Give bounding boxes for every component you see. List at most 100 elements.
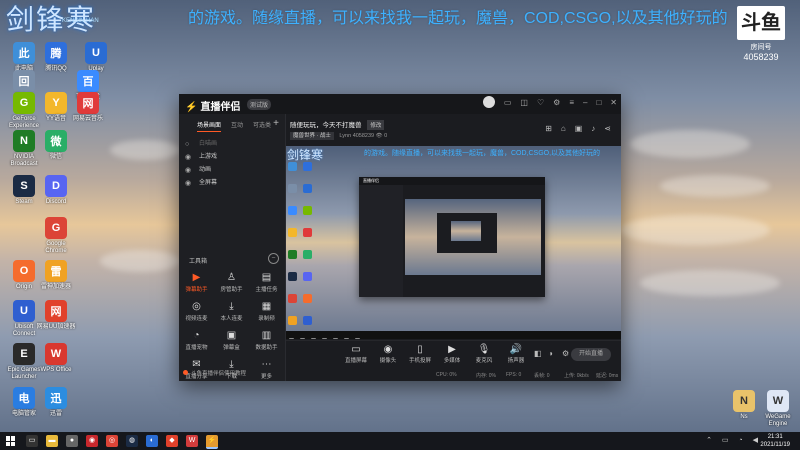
obs-icon[interactable]: ● xyxy=(66,435,78,447)
tool-item[interactable]: ◔ 直播宠物 xyxy=(179,330,214,351)
record-toggle-icon[interactable]: ◧ xyxy=(534,349,542,358)
gift-box-icon[interactable]: ⊞ xyxy=(545,124,552,133)
source-button[interactable]: 🎙 麦克风 xyxy=(468,344,500,364)
more-icon: ⋯ xyxy=(261,359,272,370)
tool-label: 视频连麦 xyxy=(185,316,208,322)
layer-item[interactable]: ◉ 全屏幕 xyxy=(179,177,285,190)
desktop-icon[interactable]: 微微信 xyxy=(36,130,76,161)
douyu-logo-icon: 斗鱼 xyxy=(737,6,785,40)
tools-more-icon[interactable]: – xyxy=(268,253,279,264)
tool-item[interactable]: ⤓ 本人连麦 xyxy=(214,301,249,322)
room-category[interactable]: 魔兽世界 · 战士 xyxy=(290,132,334,140)
source-button[interactable]: ▯ 手机投屏 xyxy=(404,344,436,364)
desktop-icon[interactable]: 网网易云音乐 xyxy=(68,92,108,123)
bar-settings-icon[interactable]: ⚙ xyxy=(562,349,569,358)
source-button[interactable]: ▶ 多媒体 xyxy=(436,344,468,364)
tool-item[interactable]: ◎ 视频连麦 xyxy=(179,301,214,322)
windows-start-icon[interactable] xyxy=(6,436,16,446)
tool-item[interactable]: ▥ 数据助手 xyxy=(249,330,284,351)
live-companion-window[interactable]: ⚡ 直播伴侣 测试版 ▭ ◫ ♡ ⚙ ≡ – □ ✕ 场景画面 互动 可选类 + … xyxy=(179,94,621,381)
effects-icon[interactable]: ◑ xyxy=(548,349,553,358)
thunder-accelerator-icon: 雷 xyxy=(45,260,67,282)
source-button[interactable]: ▭ 直播屏幕 xyxy=(340,344,372,364)
desktop-icon[interactable]: W WPS Office xyxy=(36,343,76,374)
status-item: FPS: 0 xyxy=(506,372,522,378)
start-live-button[interactable]: 开始直播 xyxy=(571,348,611,361)
add-scene-icon[interactable]: + xyxy=(273,118,279,129)
eye-off-icon[interactable]: ○ xyxy=(185,138,193,151)
taskbar-apps: ▭ ▬ ● ◉ ◎ ◍ ◐ ◆ W ⚡ xyxy=(26,435,218,449)
tool-item[interactable]: ▤ 主播任务 xyxy=(249,272,284,293)
tutorial-link[interactable]: 斗鱼直播伴侣使用教程 xyxy=(183,369,246,377)
stream-preview[interactable]: 剑锋寒 的游戏。随缘直播，可以来找我一起玩，魔兽，COD,CSGO,以及其他好玩… xyxy=(286,146,621,339)
layer-name: 全屏幕 xyxy=(199,180,218,186)
preview-desktop-icon xyxy=(303,162,312,171)
desktop-icon[interactable]: 网网易UU加速器 xyxy=(36,300,76,331)
close-icon[interactable]: ✕ xyxy=(610,98,617,108)
image-icon[interactable]: ▣ xyxy=(575,124,583,133)
preview-desktop-icon xyxy=(288,316,297,325)
status-item: 内存: 0% xyxy=(476,373,497,379)
tab-optional[interactable]: 可选类 xyxy=(253,120,271,132)
room-host: Lynn xyxy=(339,133,352,139)
eye-icon[interactable]: ◉ xyxy=(185,164,193,177)
edit-title-button[interactable]: 修改 xyxy=(367,120,385,130)
tool-label: 直播宠物 xyxy=(185,345,208,351)
window-titlebar[interactable]: ⚡ 直播伴侣 测试版 ▭ ◫ ♡ ⚙ ≡ – □ ✕ xyxy=(179,94,621,114)
eye-icon[interactable]: ◉ xyxy=(185,177,193,190)
source-button[interactable]: ◉ 摄像头 xyxy=(372,344,404,364)
live-companion-taskbar-icon[interactable]: ⚡ xyxy=(206,435,218,449)
menu-icon[interactable]: ≡ xyxy=(569,98,574,108)
clock[interactable]: 21:31 2021/11/19 xyxy=(760,433,790,449)
maximize-icon[interactable]: □ xyxy=(596,98,601,108)
chrome-icon: G xyxy=(45,217,67,239)
tool-item[interactable]: ▶ 弹幕助手 xyxy=(179,272,214,293)
steam-taskbar-icon[interactable]: ◍ xyxy=(126,435,138,447)
minimize-icon[interactable]: – xyxy=(583,98,587,108)
share-icon[interactable]: ⋖ xyxy=(604,124,611,133)
preview-banner: 剑锋寒 的游戏。随缘直播，可以来找我一起玩，魔兽，COD,CSGO,以及其他好玩… xyxy=(286,146,621,162)
qq-taskbar-icon[interactable]: ◐ xyxy=(146,435,158,447)
eye-icon[interactable]: ◉ xyxy=(185,151,193,164)
shirt-icon[interactable]: ♡ xyxy=(537,98,544,108)
status-bar: CPU: 0% 内存: 0% FPS: 0 丢帧: 0 上传: 0kb/s 延迟: 0ms xyxy=(286,369,621,381)
preview-desktop-icon xyxy=(288,184,297,193)
windows-taskbar: ▭ ▬ ● ◉ ◎ ◍ ◐ ◆ W ⚡ ⌃ ▭ ◔ ◀ 21:31 2021/1… xyxy=(0,432,800,450)
tool-item[interactable]: ▣ 弹幕盒 xyxy=(214,330,249,351)
tool-item[interactable]: ⋯ 更多 xyxy=(249,359,284,380)
desktop-icon[interactable]: 雷雷神加速器 xyxy=(36,260,76,291)
preview-desktop-icon xyxy=(288,228,297,237)
admin-icon: ♙ xyxy=(227,272,236,283)
system-tray[interactable]: ⌃ ▭ ◔ ◀ xyxy=(706,436,762,444)
tab-scenes[interactable]: 场景画面 xyxy=(197,120,222,132)
chrome-taskbar-icon[interactable]: ◎ xyxy=(106,435,118,447)
uu-taskbar-icon[interactable]: ◆ xyxy=(166,435,178,447)
layer-item[interactable]: ◉ 上游戏 xyxy=(179,151,285,164)
lock-icon[interactable]: ⌂ xyxy=(561,124,566,133)
tool-item[interactable]: ♙ 房管助手 xyxy=(214,272,249,293)
avatar[interactable] xyxy=(482,96,495,108)
netease-icon[interactable]: ◉ xyxy=(86,435,98,447)
cloud xyxy=(640,270,780,296)
desktop-icon[interactable]: D Discord xyxy=(36,175,76,206)
tab-interact[interactable]: 互动 xyxy=(231,120,243,132)
desktop-icon[interactable]: 腾腾讯QQ xyxy=(36,42,76,73)
source-label: 麦克风 xyxy=(475,358,493,364)
preview-window-title: 直播伴侣 xyxy=(359,177,545,185)
desktop-icon[interactable]: W WeGame Engine xyxy=(758,390,798,428)
bell-icon[interactable]: ♪ xyxy=(591,124,595,133)
gift-icon[interactable]: ◫ xyxy=(520,98,528,108)
settings-icon[interactable]: ⚙ xyxy=(553,98,560,108)
file-explorer-icon[interactable]: ▬ xyxy=(46,435,58,447)
message-icon[interactable]: ▭ xyxy=(504,98,512,108)
platform-watermark: 斗鱼 房间号 4058239 xyxy=(732,6,790,66)
layer-item[interactable]: ◉ 动画 xyxy=(179,164,285,177)
layer-item[interactable]: ○ 白喵画 xyxy=(179,138,285,151)
desktop-icon[interactable]: U Uplay xyxy=(76,42,116,73)
desktop-icon[interactable]: 迅迅雷 xyxy=(36,387,76,418)
desktop-icon[interactable]: G Google Chrome xyxy=(36,217,76,255)
source-button[interactable]: 🔊 扬声器 xyxy=(500,344,532,364)
wps-taskbar-icon[interactable]: W xyxy=(186,435,198,447)
tool-item[interactable]: ▦ 录制频 xyxy=(249,301,284,322)
task-view-icon[interactable]: ▭ xyxy=(26,435,38,447)
